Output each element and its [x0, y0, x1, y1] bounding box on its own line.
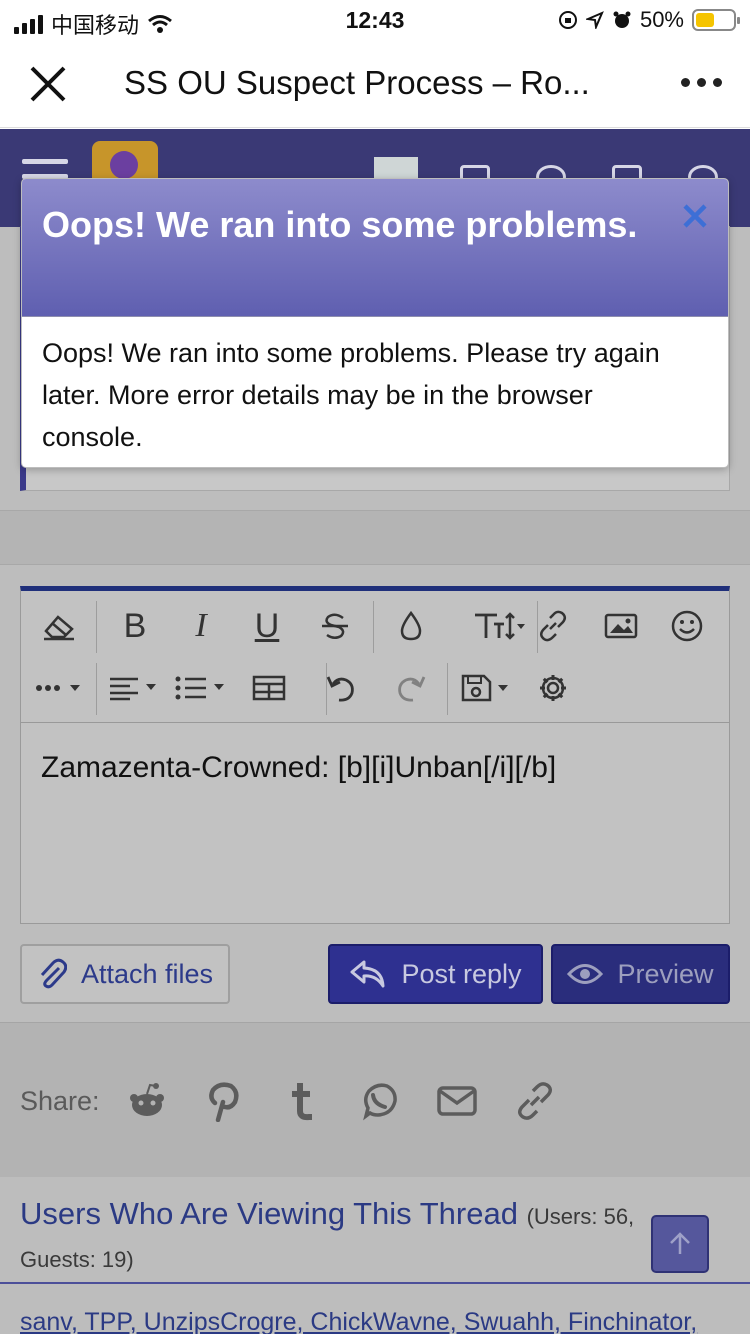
preview-button[interactable]: Preview [551, 944, 730, 1004]
bold-button[interactable]: B [115, 603, 155, 649]
save-draft-icon[interactable] [459, 665, 515, 711]
preview-label: Preview [617, 958, 714, 989]
link-icon[interactable] [533, 603, 573, 649]
paperclip-icon [40, 958, 67, 989]
section-rule [0, 1282, 750, 1284]
underline-button[interactable]: U [247, 603, 287, 649]
table-icon[interactable] [249, 665, 289, 711]
attach-files-label: Attach files [80, 958, 214, 989]
editor-content[interactable]: Zamazenta-Crowned: [b][i]Unban[/i][/b] [41, 751, 556, 785]
battery-icon [692, 9, 740, 31]
reply-editor: B I U Zamazenta-Crowned: [b][i]Unban[/i]… [20, 586, 730, 924]
email-icon[interactable] [436, 1080, 478, 1122]
text-size-icon[interactable] [467, 603, 531, 649]
image-icon[interactable] [601, 603, 641, 649]
close-icon[interactable] [680, 201, 710, 231]
link-icon[interactable] [514, 1080, 556, 1122]
nav-bar: SS OU Suspect Process – Ro... [0, 40, 750, 128]
eye-icon [567, 964, 604, 984]
reddit-icon[interactable] [126, 1080, 168, 1122]
toolbar-separator [447, 663, 448, 715]
settings-icon[interactable] [533, 665, 573, 711]
smile-icon[interactable] [667, 603, 707, 649]
reply-icon [350, 960, 385, 988]
post-reply-label: Post reply [401, 958, 522, 989]
list-icon[interactable] [173, 665, 231, 711]
status-bar: 中国移动 12:43 50% [0, 0, 750, 40]
users-viewing-heading: Users Who Are Viewing This Thread (Users… [20, 1196, 634, 1232]
error-dialog-header: Oops! We ran into some problems. [22, 179, 728, 317]
error-dialog: Oops! We ran into some problems. Oops! W… [21, 178, 729, 468]
scroll-to-top-button[interactable] [651, 1215, 709, 1273]
share-label: Share: [20, 1086, 100, 1116]
tumblr-icon[interactable] [282, 1080, 324, 1122]
users-list[interactable]: sanv, TPP, UnzipsCrogre, ChickWavne, Swu… [20, 1308, 697, 1334]
italic-button[interactable]: I [181, 603, 221, 649]
battery-percent: 50% [639, 7, 684, 32]
toolbar-row-1: B I U [21, 595, 729, 657]
align-icon[interactable] [107, 665, 163, 711]
redo-icon[interactable] [391, 665, 431, 711]
toolbar-separator [96, 663, 97, 715]
error-dialog-title: Oops! We ran into some problems. [42, 204, 638, 245]
color-drop-icon[interactable] [391, 603, 431, 649]
toolbar-row-2 [21, 657, 729, 719]
strikethrough-icon[interactable] [315, 603, 355, 649]
users-viewing-title: Users Who Are Viewing This Thread [20, 1196, 518, 1231]
close-icon[interactable] [26, 62, 70, 106]
users-count: (Users: 56, [526, 1204, 635, 1229]
undo-icon[interactable] [321, 665, 361, 711]
whatsapp-icon[interactable] [358, 1080, 400, 1122]
status-right: 50% [558, 7, 740, 33]
more-options-icon[interactable] [33, 665, 87, 711]
arrow-up-icon [670, 1232, 690, 1254]
toolbar-separator [373, 601, 374, 653]
pinterest-icon[interactable] [204, 1080, 246, 1122]
eraser-icon[interactable] [39, 603, 79, 649]
error-dialog-message: Oops! We ran into some problems. Please … [42, 338, 660, 452]
orientation-lock-icon [558, 11, 577, 29]
page-title: SS OU Suspect Process – Ro... [124, 64, 590, 101]
attach-files-button[interactable]: Attach files [20, 944, 230, 1004]
editor-toolbar: B I U [21, 591, 729, 723]
alarm-icon [613, 11, 631, 28]
more-icon[interactable] [681, 78, 722, 87]
guests-count: Guests: 19) [20, 1247, 134, 1272]
location-icon [585, 11, 604, 29]
post-reply-button[interactable]: Post reply [328, 944, 543, 1004]
section-divider [0, 510, 750, 565]
toolbar-separator [96, 601, 97, 653]
